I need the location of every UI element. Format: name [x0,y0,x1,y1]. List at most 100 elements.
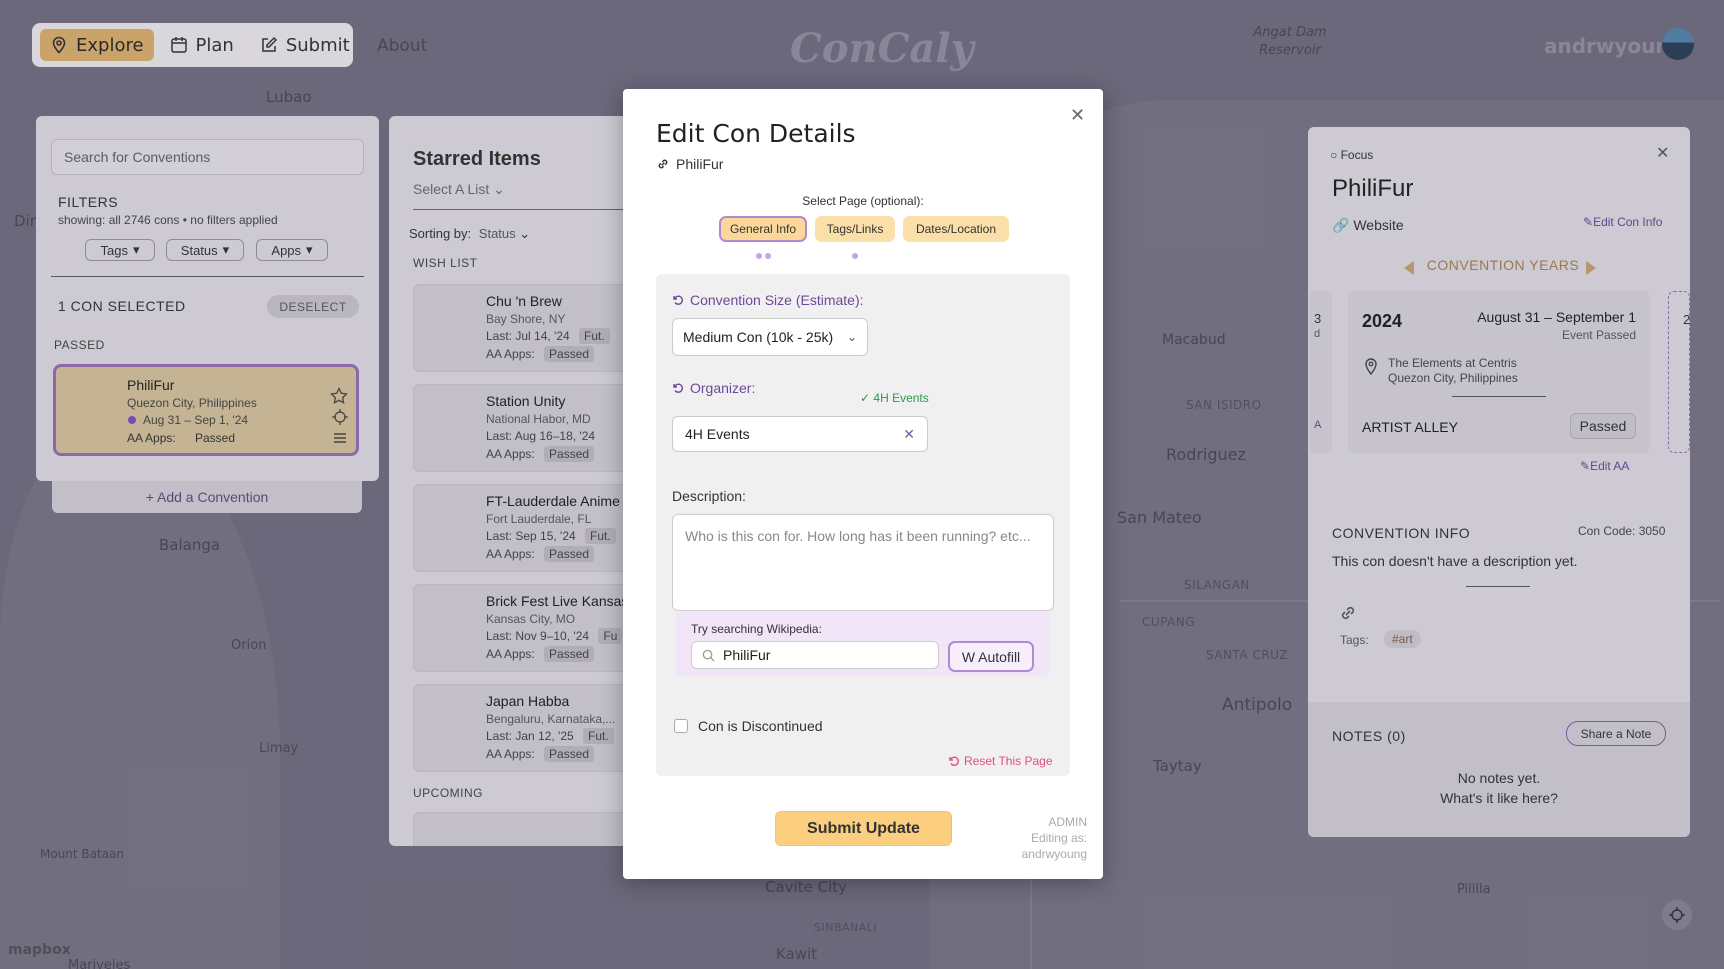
edit-icon [262,36,277,52]
next-year-button[interactable] [1586,261,1596,275]
avatar[interactable] [1662,28,1694,60]
admin-label: ADMIN [1048,815,1087,829]
add-convention-button[interactable]: + Add a Convention [52,481,362,513]
app-logo[interactable]: ConCaly [790,25,974,72]
wikipedia-search-value: PhiliFur [723,647,771,663]
nav-submit-label: Submit [285,34,350,56]
list-item-last: Last: Aug 16–18, '24 [486,429,595,443]
caret-down-icon: ▾ [306,242,313,257]
select-list-dropdown[interactable]: Select A List ⌄ [413,181,505,198]
last-date: Nov 9–10, '24 [515,629,590,643]
filters-title: FILTERS [58,194,119,210]
size-select[interactable]: Medium Con (10k - 25k) ⌄ [672,318,868,356]
filters-summary: showing: all 2746 cons • no filters appl… [58,213,278,227]
autofill-button[interactable]: W Autofill [948,641,1034,672]
focus-text: Focus [1340,148,1374,162]
selected-count: 1 CON SELECTED [58,298,186,314]
revert-icon[interactable] [672,382,684,394]
list-item[interactable]: Chu 'n Brew Bay Shore, NY Last: Jul 14, … [413,284,629,372]
wikipedia-search-input[interactable]: PhiliFur [691,641,939,669]
notes-section: NOTES (0) Share a Note No notes yet. Wha… [1308,702,1690,837]
last-date: Jan 12, '25 [515,729,574,743]
list-item-location: Bengaluru, Karnataka,... [486,712,616,726]
reset-page-button[interactable]: Reset This Page [948,754,1053,768]
modal-con-name: PhiliFur [676,156,724,172]
future-badge: Fut. [579,328,610,344]
tag-chip[interactable]: #art [1384,630,1421,648]
nav-explore-button[interactable]: Explore [40,29,154,61]
aa-status-badge: Passed [544,646,595,662]
submit-update-button[interactable]: Submit Update [775,811,952,846]
website-link[interactable]: 🔗 Website [1332,217,1404,234]
filter-tags-button[interactable]: Tags ▾ [85,239,155,261]
close-icon[interactable]: ✕ [1070,105,1085,126]
con-description: This con doesn't have a description yet. [1332,553,1578,569]
tab-general-info[interactable]: General Info [719,216,807,242]
future-badge: Fu [598,628,623,644]
size-label: Convention Size (Estimate): [672,292,864,308]
divider [1452,396,1546,397]
clear-icon[interactable]: ✕ [903,426,915,443]
search-icon [702,649,715,662]
nav-plan-button[interactable]: Plan [160,29,244,61]
notes-title: NOTES (0) [1332,728,1406,744]
select-page-label: Select Page (optional): [802,194,924,208]
size-label-text: Convention Size (Estimate): [690,292,864,308]
prev-year-card[interactable]: 3 d A [1310,291,1332,453]
con-code: Con Code: 3050 [1578,524,1666,538]
caret-down-icon: ▾ [222,242,230,257]
close-icon[interactable]: ✕ [1656,143,1669,163]
aa-status-badge: Passed [544,746,595,762]
edit-aa-link[interactable]: ✎Edit AA [1580,459,1629,473]
website-label: Website [1353,217,1404,233]
list-item-location: National Habor, MD [486,412,591,426]
edit-con-info-link[interactable]: ✎Edit Con Info [1583,215,1662,229]
nav-submit-button[interactable]: Submit [250,29,360,61]
last-label: Last: [486,429,513,443]
year-card-year: 2024 [1362,311,1403,331]
sort-control[interactable]: Sorting by: Status ⌄ [409,226,530,242]
tab-tags-links[interactable]: Tags/Links [815,216,895,242]
discontinued-checkbox[interactable] [674,719,688,733]
list-item[interactable]: Japan Habba Bengaluru, Karnataka,... Las… [413,684,629,772]
passed-heading: PASSED [54,338,105,352]
share-note-button[interactable]: Share a Note [1566,721,1666,746]
last-label: Last: [486,529,513,543]
starred-title: Starred Items [413,148,541,170]
status-dot [128,416,136,424]
link-icon[interactable] [1338,603,1358,623]
filter-apps-button[interactable]: Apps ▾ [256,239,328,261]
nav-about-link[interactable]: About [377,36,427,56]
list-item-aa: AA Apps: Passed [486,546,595,562]
organizer-label-text: Organizer: [690,380,756,396]
revert-icon[interactable] [672,294,684,306]
list-item[interactable] [413,812,629,846]
upcoming-heading: UPCOMING [413,786,483,800]
next-year-card[interactable]: 2 [1668,291,1690,453]
organizer-input[interactable]: 4H Events ✕ [672,416,928,452]
tab-dates-location[interactable]: Dates/Location [903,216,1009,242]
list-item-last: Last: Jul 14, '24 Fut. [486,328,610,344]
tab-indicator-dot [852,253,858,259]
star-icon[interactable] [330,387,348,405]
search-input[interactable]: Search for Conventions [51,139,364,175]
menu-icon[interactable] [332,431,348,445]
modal-con-link[interactable]: PhiliFur [656,156,723,172]
target-icon[interactable] [332,409,348,425]
discontinued-label: Con is Discontinued [698,718,823,734]
list-item[interactable]: Brick Fest Live Kansas Kansas City, MO L… [413,584,629,672]
future-badge: Fut. [583,728,614,744]
aa-status-badge[interactable]: Passed [1570,413,1636,439]
convention-info-title: CONVENTION INFO [1332,525,1471,541]
discontinued-checkbox-row[interactable]: Con is Discontinued [674,718,823,734]
description-textarea[interactable]: Who is this con for. How long has it bee… [672,514,1054,611]
filter-status-button[interactable]: Status ▾ [166,239,244,261]
prev-card-text: A [1314,419,1322,431]
list-item-location: Bay Shore, NY [486,312,566,326]
deselect-button[interactable]: DESELECT [267,295,359,318]
last-label: Last: [486,329,513,343]
list-item[interactable]: Station Unity National Habor, MD Last: A… [413,384,629,472]
list-item-last: Last: Sep 15, '24 Fut. [486,528,616,544]
list-item[interactable]: FT-Lauderdale Anime Fort Lauderdale, FL … [413,484,629,572]
divider [413,209,629,210]
